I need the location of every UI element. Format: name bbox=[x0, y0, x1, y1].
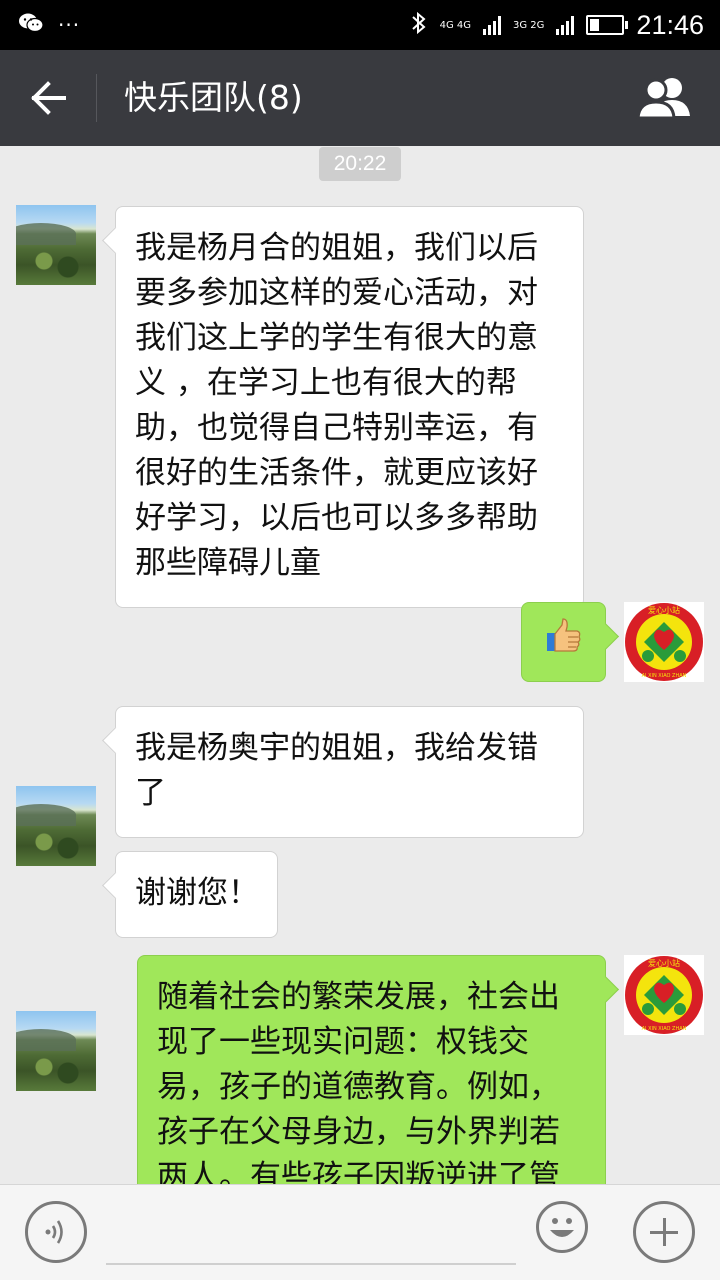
message-text: 我是杨月合的姐姐，我们以后要多参加这样的爱心活动，对我们这上学的学生有很大的意义… bbox=[135, 230, 538, 581]
message-bubble-incoming[interactable]: 我是杨奥宇的姐姐，我给发错了 bbox=[115, 706, 584, 838]
signal-icon-1 bbox=[483, 15, 502, 35]
status-time: 21:46 bbox=[636, 9, 704, 40]
message-text: 谢谢您！ bbox=[135, 875, 259, 911]
wechat-icon bbox=[18, 12, 44, 38]
landscape-avatar[interactable] bbox=[16, 1011, 96, 1091]
group-members-icon[interactable] bbox=[636, 74, 694, 122]
emoji-icon[interactable] bbox=[536, 1201, 588, 1253]
plus-icon[interactable] bbox=[633, 1201, 695, 1263]
logo-bottom-text: AI XIN XIAO ZHAN bbox=[642, 673, 687, 679]
landscape-avatar[interactable] bbox=[16, 786, 96, 866]
network-label-1: 4G 4G bbox=[439, 19, 472, 31]
message-bubble-outgoing[interactable] bbox=[521, 602, 606, 682]
bluetooth-icon bbox=[410, 11, 428, 39]
status-bar: ··· 4G 4G 3G 2G 21:46 bbox=[0, 0, 720, 50]
logo-bottom-text: AI XIN XIAO ZHAN bbox=[642, 1026, 687, 1032]
aixin-xiaozhan-logo[interactable]: 爱心小站 AI XIN XIAO ZHAN bbox=[624, 602, 704, 682]
logo-top-text: 爱心小站 bbox=[648, 605, 680, 615]
input-bar bbox=[0, 1184, 720, 1280]
message-bubble-incoming[interactable]: 谢谢您！ bbox=[115, 851, 278, 938]
chat-area[interactable]: 20:22 我是杨月合的姐姐，我们以后要多参加这样的爱心活动，对我们这上学的学生… bbox=[0, 146, 720, 1184]
network-label-2: 3G 2G bbox=[513, 19, 545, 31]
message-input[interactable] bbox=[106, 1201, 516, 1265]
battery-icon bbox=[586, 15, 629, 35]
aixin-xiaozhan-logo[interactable]: 爱心小站 AI XIN XIAO ZHAN bbox=[624, 955, 704, 1035]
signal-icon-2 bbox=[556, 15, 575, 35]
message-bubble-incoming[interactable]: 我是杨月合的姐姐，我们以后要多参加这样的爱心活动，对我们这上学的学生有很大的意义… bbox=[115, 206, 584, 608]
chat-title: 快乐团队(8) bbox=[124, 78, 303, 117]
battery-fill bbox=[590, 19, 599, 31]
landscape-avatar[interactable] bbox=[16, 205, 96, 285]
chat-header: 快乐团队(8) bbox=[0, 50, 720, 146]
chat-timestamp: 20:22 bbox=[319, 147, 401, 181]
message-text: 随着社会的繁荣发展，社会出现了一些现实问题：权钱交易，孩子的道德教育。例如，孩子… bbox=[157, 979, 560, 1184]
overflow-dots: ··· bbox=[58, 13, 81, 37]
message-text: 我是杨奥宇的姐姐，我给发错了 bbox=[135, 730, 538, 811]
thumbs-up-emoji bbox=[544, 616, 584, 669]
back-arrow-icon[interactable] bbox=[22, 74, 74, 122]
logo-top-text: 爱心小站 bbox=[648, 958, 680, 968]
voice-icon[interactable] bbox=[25, 1201, 87, 1263]
message-bubble-outgoing[interactable]: 随着社会的繁荣发展，社会出现了一些现实问题：权钱交易，孩子的道德教育。例如，孩子… bbox=[137, 955, 606, 1184]
header-divider bbox=[96, 74, 97, 122]
